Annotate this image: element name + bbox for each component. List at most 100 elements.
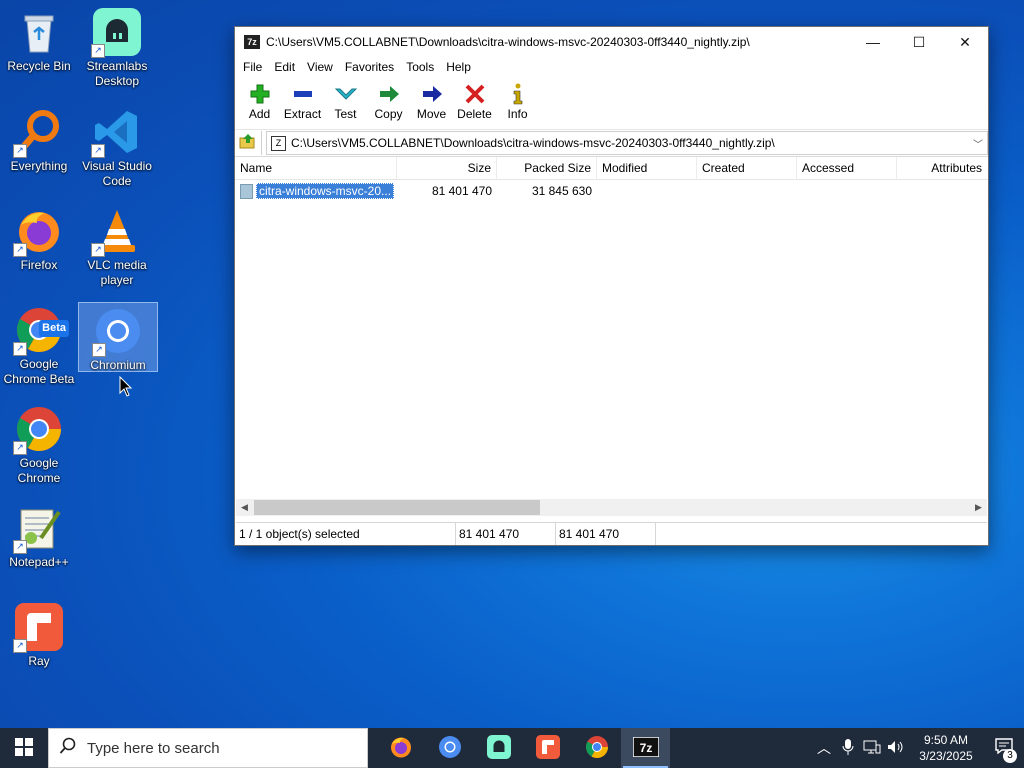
taskbar-ray[interactable] — [523, 728, 572, 768]
shortcut-arrow-icon: ↗ — [13, 639, 27, 653]
volume-icon[interactable] — [884, 740, 908, 757]
start-button[interactable] — [0, 728, 48, 768]
menu-view[interactable]: View — [301, 60, 339, 74]
shortcut-arrow-icon: ↗ — [91, 44, 105, 58]
desktop-icon-label: Notepad++ — [9, 555, 69, 569]
column-header-accessed[interactable]: Accessed — [797, 157, 897, 179]
menu-file[interactable]: File — [237, 60, 268, 74]
desktop-icon-firefox[interactable]: ↗ Firefox — [0, 203, 78, 273]
menu-favorites[interactable]: Favorites — [339, 60, 400, 74]
extract-label: Extract — [283, 107, 322, 121]
clock-date: 3/23/2025 — [919, 749, 973, 763]
notification-count-badge: 3 — [1003, 748, 1017, 763]
notification-center-button[interactable]: 3 — [984, 737, 1024, 763]
scroll-right-icon[interactable]: ▶ — [970, 502, 987, 513]
chromium-icon: ↗ — [92, 307, 142, 357]
move-label: Move — [416, 107, 447, 121]
list-header: Name Size Packed Size Modified Created A… — [235, 157, 988, 180]
desktop-icon-label: Recycle Bin — [7, 59, 71, 73]
file-packed-size: 31 845 630 — [531, 184, 592, 198]
scroll-left-icon[interactable]: ◀ — [236, 502, 253, 513]
close-button[interactable]: ✕ — [942, 27, 988, 57]
notepadpp-icon: ↗ — [13, 504, 63, 554]
windows-logo-icon — [15, 737, 33, 759]
add-icon — [238, 81, 281, 107]
taskbar-firefox[interactable] — [376, 728, 425, 768]
scroll-thumb[interactable] — [254, 500, 540, 515]
list-item[interactable]: citra-windows-msvc-20... 81 401 470 31 8… — [235, 181, 988, 201]
test-icon — [324, 81, 367, 107]
scroll-track[interactable] — [253, 500, 970, 515]
shortcut-arrow-icon: ↗ — [13, 243, 27, 257]
up-folder-button[interactable] — [235, 131, 262, 155]
move-button[interactable]: Move — [410, 77, 453, 121]
maximize-button[interactable]: ☐ — [896, 27, 942, 57]
desktop-icon-recycle-bin[interactable]: Recycle Bin — [0, 4, 78, 74]
taskbar-chromium[interactable] — [425, 728, 474, 768]
desktop-icon-ray[interactable]: ↗ Ray — [0, 599, 78, 669]
shortcut-arrow-icon: ↗ — [91, 144, 105, 158]
test-button[interactable]: Test — [324, 77, 367, 121]
column-header-name[interactable]: Name — [235, 157, 397, 179]
column-header-packed-size[interactable]: Packed Size — [497, 157, 597, 179]
info-button[interactable]: Info — [496, 77, 539, 121]
ray-icon — [535, 734, 560, 762]
desktop-icon-streamlabs[interactable]: ↗ Streamlabs Desktop — [78, 4, 156, 89]
chevron-up-icon[interactable]: ︿ — [812, 738, 836, 758]
file-size: 81 401 470 — [431, 184, 492, 198]
desktop-icon-vlc[interactable]: ↗ VLC media player — [78, 203, 156, 288]
desktop-icon-chromium[interactable]: ↗ Chromium — [78, 302, 158, 372]
delete-button[interactable]: Delete — [453, 77, 496, 121]
taskbar-chrome-beta[interactable] — [572, 728, 621, 768]
desktop-icon-label: Everything — [10, 159, 68, 173]
add-label: Add — [248, 107, 271, 121]
minimize-button[interactable]: — — [850, 27, 896, 57]
taskbar-search-box[interactable]: Type here to search — [48, 728, 368, 768]
title-bar[interactable]: 7z C:\Users\VM5.COLLABNET\Downloads\citr… — [235, 27, 988, 57]
taskbar-streamlabs[interactable] — [474, 728, 523, 768]
chevron-down-icon[interactable]: ﹀ — [969, 136, 987, 151]
menu-help[interactable]: Help — [440, 60, 477, 74]
clock[interactable]: 9:50 AM 3/23/2025 — [908, 732, 984, 764]
column-header-modified[interactable]: Modified — [597, 157, 697, 179]
copy-icon — [367, 81, 410, 107]
status-packed-size: 81 401 470 — [556, 523, 656, 545]
taskbar: Type here to search 7z ︿ 9:50 AM 3/23/20… — [0, 728, 1024, 768]
taskbar-apps: 7z — [376, 728, 670, 768]
menu-tools[interactable]: Tools — [400, 60, 440, 74]
move-icon — [410, 81, 453, 107]
taskbar-7zip[interactable]: 7z — [621, 728, 670, 768]
desktop-icon-chrome-beta[interactable]: Beta ↗ Google Chrome Beta — [0, 302, 78, 387]
ray-icon: ↗ — [13, 603, 63, 653]
copy-button[interactable]: Copy — [367, 77, 410, 121]
network-icon[interactable] — [860, 740, 884, 757]
menu-bar: File Edit View Favorites Tools Help — [235, 57, 988, 77]
address-combobox[interactable]: Z C:\Users\VM5.COLLABNET\Downloads\citra… — [266, 131, 988, 155]
file-name-cell[interactable]: citra-windows-msvc-20... — [235, 181, 397, 201]
column-header-size[interactable]: Size — [397, 157, 497, 179]
horizontal-scrollbar[interactable]: ◀ ▶ — [236, 499, 987, 516]
desktop-icon-label: Firefox — [20, 258, 58, 272]
desktop-icon-vscode[interactable]: ↗ Visual Studio Code — [78, 104, 156, 189]
extract-button[interactable]: Extract — [281, 77, 324, 121]
address-bar: Z C:\Users\VM5.COLLABNET\Downloads\citra… — [235, 130, 988, 157]
desktop-icon-everything[interactable]: ↗ Everything — [0, 104, 78, 174]
file-icon — [240, 184, 253, 200]
window-title: C:\Users\VM5.COLLABNET\Downloads\citra-w… — [266, 35, 750, 49]
add-button[interactable]: Add — [238, 77, 281, 121]
microphone-icon[interactable] — [836, 738, 860, 758]
beta-badge: Beta — [39, 320, 69, 337]
info-label: Info — [507, 107, 528, 121]
search-icon — [49, 737, 87, 760]
extract-icon — [281, 81, 324, 107]
clock-time: 9:50 AM — [923, 733, 969, 747]
streamlabs-icon: ↗ — [91, 8, 141, 58]
toolbar: Add Extract Test Copy Move Delete Info — [235, 77, 988, 130]
menu-edit[interactable]: Edit — [268, 60, 301, 74]
desktop-icon-chrome[interactable]: ↗ Google Chrome — [0, 401, 78, 486]
desktop-icon-notepadpp[interactable]: ↗ Notepad++ — [0, 500, 78, 570]
column-header-attributes[interactable]: Attributes — [897, 157, 987, 179]
info-icon — [496, 81, 539, 107]
column-header-created[interactable]: Created — [697, 157, 797, 179]
streamlabs-icon — [486, 734, 511, 762]
